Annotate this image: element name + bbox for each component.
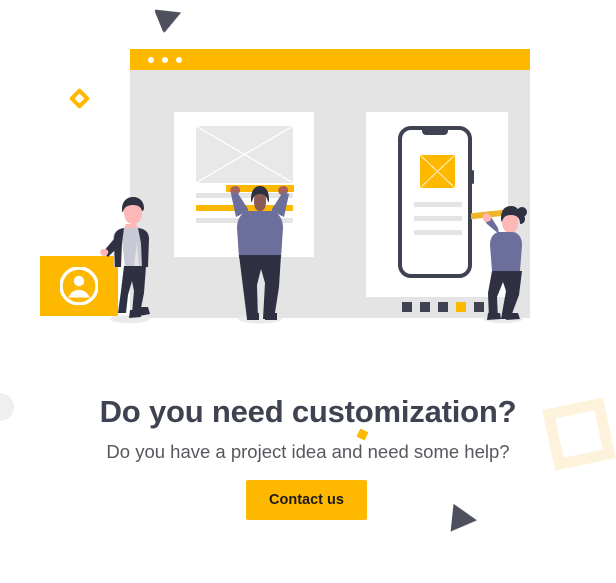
phone-line <box>414 230 462 235</box>
figure-man-leaning <box>100 197 150 323</box>
page-subtitle: Do you have a project idea and need some… <box>106 441 510 462</box>
customization-cta-section: Do you need customization? Do you have a… <box>0 0 616 583</box>
pagination-dot-active[interactable] <box>456 302 466 312</box>
phone-notch <box>422 129 448 135</box>
figure-man-lifting-bar <box>226 185 294 324</box>
browser-dot-3-icon <box>176 57 182 63</box>
phone-image-placeholder-icon <box>420 155 455 188</box>
pagination-dot[interactable] <box>438 302 448 312</box>
user-avatar-icon <box>60 267 98 305</box>
dark-triangle-bottom-icon <box>450 503 479 535</box>
browser-dot-1-icon <box>148 57 154 63</box>
dark-triangle-top-icon <box>154 0 186 34</box>
page-title: Do you need customization? <box>99 394 517 429</box>
phone-line <box>414 202 462 207</box>
figure-woman-with-pencil <box>471 206 527 323</box>
pagination-dot[interactable] <box>402 302 412 312</box>
browser-title-bar <box>130 49 530 70</box>
pagination-dot[interactable] <box>420 302 430 312</box>
yellow-diamond-icon <box>68 87 91 110</box>
phone-side-button <box>471 170 474 184</box>
contact-us-button[interactable]: Contact us <box>246 480 367 520</box>
browser-viewport <box>130 70 530 318</box>
browser-dot-2-icon <box>162 57 168 63</box>
phone-line <box>414 216 462 221</box>
image-placeholder-icon <box>196 126 293 183</box>
browser-window-mockup <box>130 49 530 318</box>
smartphone-mockup <box>398 126 474 278</box>
cta-copy-block: Do you need customization? Do you have a… <box>0 392 616 465</box>
